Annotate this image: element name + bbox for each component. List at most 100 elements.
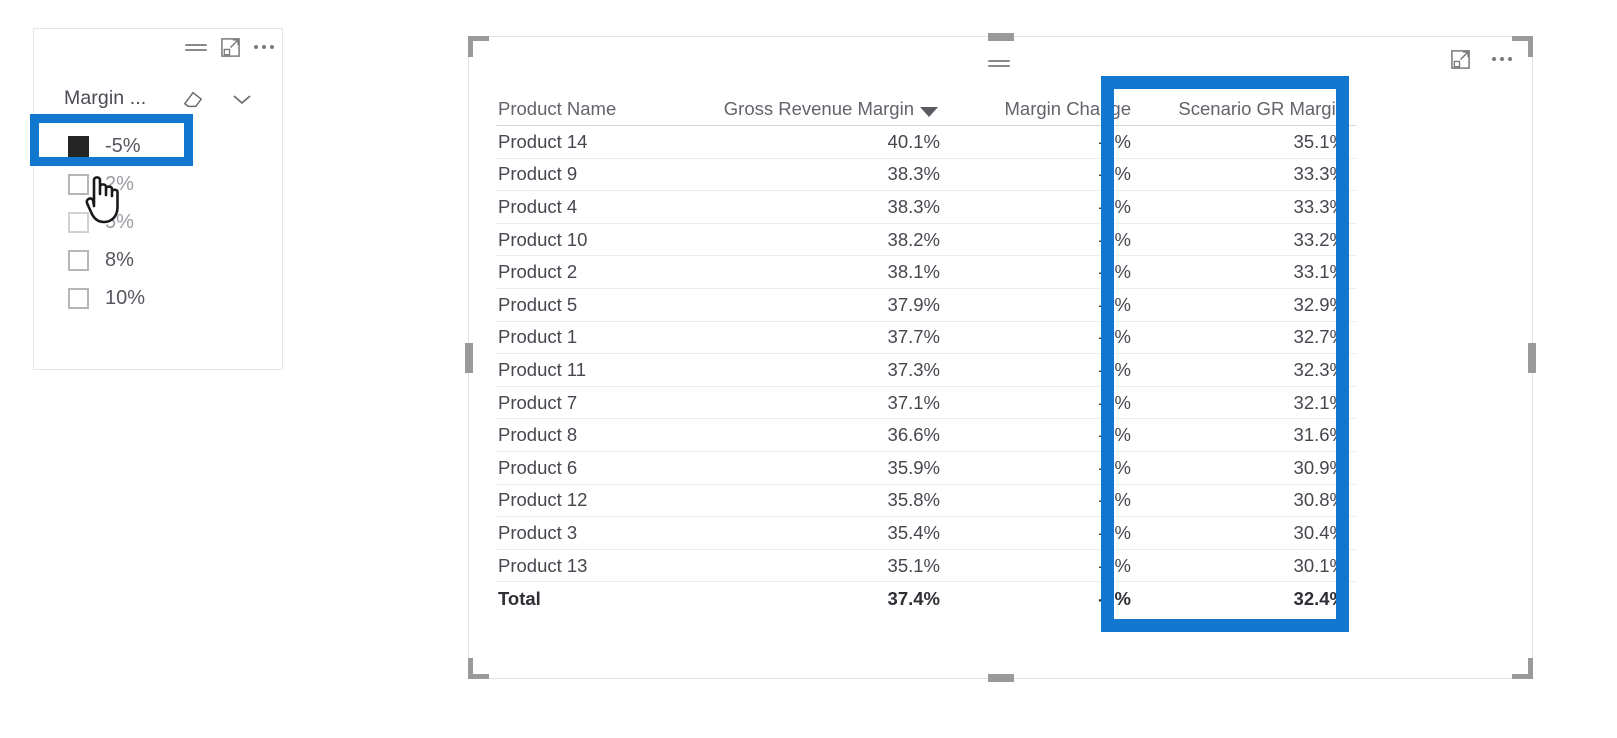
cell-scenario-gr-margin: 33.3% xyxy=(1293,163,1346,185)
cell-product-name: Product 6 xyxy=(498,456,578,478)
table-row[interactable]: Product 13 35.1% -5% 30.1% xyxy=(496,550,1356,583)
resize-handle-top-left[interactable] xyxy=(468,36,489,57)
column-header-margin-change[interactable]: Margin Change xyxy=(944,98,1139,120)
column-header-product-name[interactable]: Product Name xyxy=(496,98,676,120)
slicer-item-10pct[interactable]: 10% xyxy=(64,279,274,317)
cell-gross-revenue-margin: 36.6% xyxy=(887,424,940,446)
cell-gross-revenue-margin: 38.3% xyxy=(887,195,940,217)
table-row[interactable]: Product 14 40.1% -5% 35.1% xyxy=(496,126,1356,159)
cell-product-name: Product 9 xyxy=(498,163,578,185)
checkbox-icon[interactable] xyxy=(68,287,89,309)
focus-mode-icon[interactable] xyxy=(218,35,242,59)
more-options-icon[interactable] xyxy=(1490,47,1514,71)
filter-icon[interactable] xyxy=(987,51,1011,75)
focus-mode-icon[interactable] xyxy=(1448,47,1472,71)
resize-handle-right[interactable] xyxy=(1528,342,1536,373)
chevron-down-icon[interactable] xyxy=(232,92,252,106)
resize-handle-bottom-right[interactable] xyxy=(1512,658,1533,679)
slicer-title: Margin ... xyxy=(64,87,147,109)
cell-gross-revenue-margin: 37.7% xyxy=(887,326,940,348)
cell-product-name: Product 13 xyxy=(498,554,588,576)
cell-product-name: Product 8 xyxy=(498,424,578,446)
cell-gross-revenue-margin: 38.3% xyxy=(887,163,940,185)
cell-scenario-gr-margin: 30.4% xyxy=(1293,521,1346,543)
product-margin-table-visual[interactable]: Product Name Gross Revenue Margin Margin… xyxy=(465,33,1536,682)
cell-product-name: Product 7 xyxy=(498,391,578,413)
column-header-scenario-gr-margin[interactable]: Scenario GR Margin xyxy=(1139,98,1352,120)
margin-slicer-visual[interactable]: Margin ... -5% 2% 5% 8% 10% xyxy=(33,28,283,370)
table-row[interactable]: Product 5 37.9% -5% 32.9% xyxy=(496,289,1356,322)
resize-handle-bottom-left[interactable] xyxy=(468,658,489,679)
cell-product-name: Product 4 xyxy=(498,195,578,217)
cell-scenario-gr-margin: 33.2% xyxy=(1293,228,1346,250)
cell-margin-change: -5% xyxy=(1098,424,1131,446)
cell-total-margin-change: -5% xyxy=(1098,587,1131,609)
cell-margin-change: -5% xyxy=(1098,195,1131,217)
more-options-icon[interactable] xyxy=(252,35,276,59)
cell-margin-change: -5% xyxy=(1098,554,1131,576)
resize-handle-top-right[interactable] xyxy=(1512,36,1533,57)
slicer-item-8pct[interactable]: 8% xyxy=(64,241,274,279)
cell-total-scenario-gr-margin: 32.4% xyxy=(1293,587,1346,609)
eraser-icon[interactable] xyxy=(182,89,204,109)
table-row[interactable]: Product 3 35.4% -5% 30.4% xyxy=(496,517,1356,550)
slicer-item-label: 8% xyxy=(105,248,134,271)
table-row[interactable]: Product 4 38.3% -5% 33.3% xyxy=(496,191,1356,224)
checkbox-icon[interactable] xyxy=(68,211,89,233)
cell-scenario-gr-margin: 35.1% xyxy=(1293,130,1346,152)
slicer-item-list: -5% 2% 5% 8% 10% xyxy=(64,127,274,317)
cell-scenario-gr-margin: 32.9% xyxy=(1293,293,1346,315)
slicer-item-5pct[interactable]: 5% xyxy=(64,203,274,241)
table-row[interactable]: Product 11 37.3% -5% 32.3% xyxy=(496,354,1356,387)
cell-gross-revenue-margin: 37.3% xyxy=(887,358,940,380)
resize-handle-top[interactable] xyxy=(987,33,1014,41)
cell-product-name: Product 5 xyxy=(498,293,578,315)
cell-margin-change: -5% xyxy=(1098,130,1131,152)
table-row[interactable]: Product 6 35.9% -5% 30.9% xyxy=(496,452,1356,485)
cell-product-name: Product 1 xyxy=(498,326,578,348)
cell-scenario-gr-margin: 31.6% xyxy=(1293,424,1346,446)
sort-descending-arrow-icon[interactable] xyxy=(920,106,938,117)
table-row[interactable]: Product 12 35.8% -5% 30.8% xyxy=(496,485,1356,518)
table-grid: Product Name Gross Revenue Margin Margin… xyxy=(496,92,1356,615)
cell-scenario-gr-margin: 32.3% xyxy=(1293,358,1346,380)
table-row[interactable]: Product 1 37.7% -5% 32.7% xyxy=(496,322,1356,355)
table-row[interactable]: Product 2 38.1% -5% 33.1% xyxy=(496,256,1356,289)
cell-margin-change: -5% xyxy=(1098,489,1131,511)
checkbox-checked-icon[interactable] xyxy=(68,135,89,157)
cell-margin-change: -5% xyxy=(1098,261,1131,283)
resize-handle-left[interactable] xyxy=(465,342,473,373)
slicer-item-label: -5% xyxy=(105,134,141,157)
slicer-item-2pct[interactable]: 2% xyxy=(64,165,274,203)
cell-scenario-gr-margin: 33.3% xyxy=(1293,195,1346,217)
column-header-gross-revenue-margin[interactable]: Gross Revenue Margin xyxy=(676,98,944,120)
cell-gross-revenue-margin: 38.1% xyxy=(887,261,940,283)
cell-gross-revenue-margin: 35.4% xyxy=(887,521,940,543)
cell-total-label: Total xyxy=(498,587,541,609)
slicer-item--5pct[interactable]: -5% xyxy=(64,127,274,165)
cell-product-name: Product 11 xyxy=(498,358,587,380)
table-row[interactable]: Product 9 38.3% -5% 33.3% xyxy=(496,159,1356,192)
cell-gross-revenue-margin: 35.8% xyxy=(887,489,940,511)
cell-scenario-gr-margin: 30.1% xyxy=(1293,554,1346,576)
checkbox-icon[interactable] xyxy=(68,249,89,271)
cell-margin-change: -5% xyxy=(1098,358,1131,380)
cell-gross-revenue-margin: 37.1% xyxy=(887,391,940,413)
slicer-item-label: 2% xyxy=(105,172,134,195)
cell-scenario-gr-margin: 30.8% xyxy=(1293,489,1346,511)
cell-product-name: Product 10 xyxy=(498,228,588,250)
table-total-row: Total 37.4% -5% 32.4% xyxy=(496,582,1356,615)
cell-scenario-gr-margin: 33.1% xyxy=(1293,261,1346,283)
cell-total-gross-revenue-margin: 37.4% xyxy=(887,587,940,609)
slicer-title-row: Margin ... xyxy=(64,87,269,110)
filter-icon[interactable] xyxy=(184,35,208,59)
table-row[interactable]: Product 7 37.1% -5% 32.1% xyxy=(496,387,1356,420)
cell-gross-revenue-margin: 35.9% xyxy=(887,456,940,478)
checkbox-icon[interactable] xyxy=(68,173,89,195)
resize-handle-bottom[interactable] xyxy=(987,674,1014,682)
cell-product-name: Product 12 xyxy=(498,489,588,511)
table-row[interactable]: Product 8 36.6% -5% 31.6% xyxy=(496,419,1356,452)
table-header-row: Product Name Gross Revenue Margin Margin… xyxy=(496,92,1356,126)
table-row[interactable]: Product 10 38.2% -5% 33.2% xyxy=(496,224,1356,257)
cell-margin-change: -5% xyxy=(1098,228,1131,250)
